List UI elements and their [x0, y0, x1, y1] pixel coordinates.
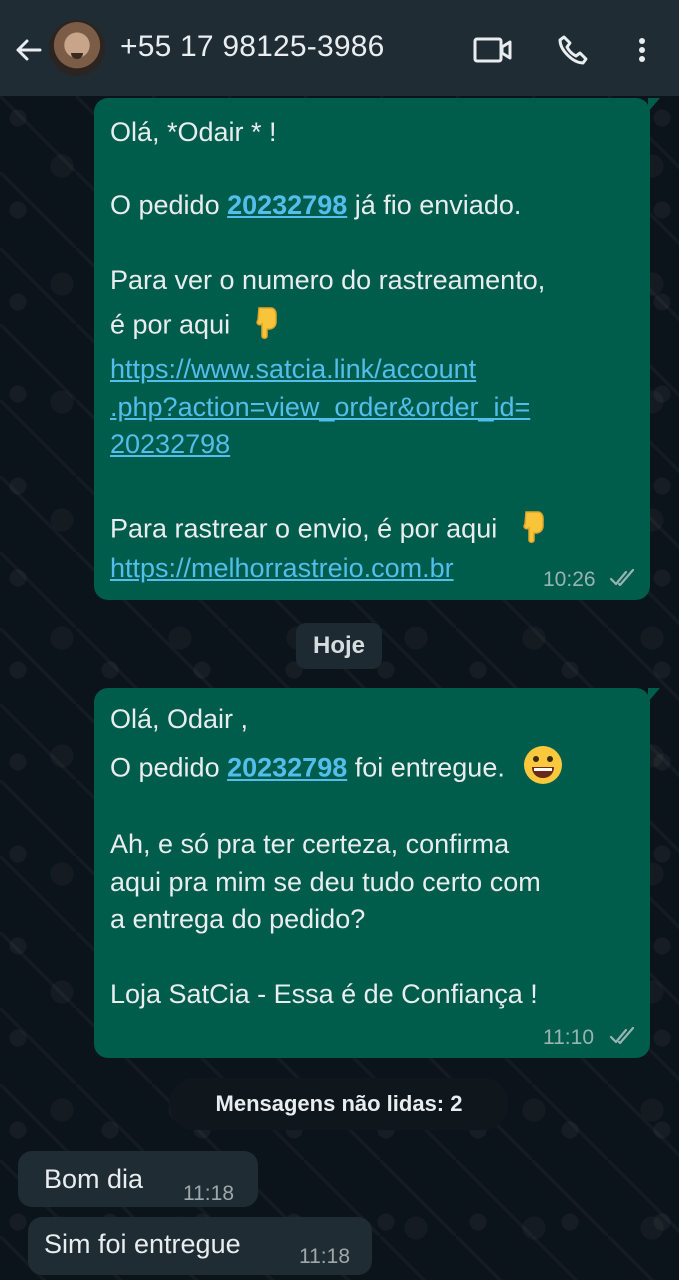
double-check-icon: [609, 568, 635, 587]
message-line: é por aqui: [110, 304, 284, 349]
video-camera-icon: [473, 37, 512, 63]
contact-name[interactable]: +55 17 98125-3986: [120, 30, 384, 64]
message-line: O pedido 20232798 foi entregue.: [110, 744, 564, 795]
grinning-face-icon: [522, 744, 564, 795]
message-time: 11:18: [299, 1245, 350, 1268]
message-line: Olá, *Odair * !: [110, 117, 277, 147]
message-text: Bom dia: [44, 1164, 144, 1194]
tracking-url-link[interactable]: 20232798: [110, 426, 230, 462]
message-time: 10:26: [543, 568, 596, 591]
message-line: O pedido 20232798 já fio enviado.: [110, 190, 522, 220]
message-line: a entrega do pedido?: [110, 904, 366, 934]
contact-avatar[interactable]: [49, 20, 105, 76]
chat-header: +55 17 98125-3986: [0, 0, 679, 96]
double-check-icon: [609, 1026, 635, 1045]
order-link[interactable]: 20232798: [227, 190, 347, 220]
message-line: Para ver o numero do rastreamento,: [110, 265, 546, 295]
message-line: Loja SatCia - Essa é de Confiança !: [110, 979, 538, 1009]
message-time: 11:10: [543, 1026, 594, 1049]
message-line: Ah, e só pra ter certeza, confirma: [110, 829, 510, 859]
phone-icon: [558, 35, 588, 65]
melhor-rastreio-link[interactable]: https://melhorrastreio.com.br: [110, 550, 454, 586]
overflow-menu-button[interactable]: [620, 28, 664, 72]
incoming-message[interactable]: Sim foi entregue 11:18: [28, 1217, 372, 1275]
message-line: aqui pra mim se deu tudo certo com: [110, 867, 541, 897]
tracking-url-link[interactable]: https://www.satcia.link/account: [110, 351, 476, 387]
pointing-down-icon: [248, 304, 284, 349]
date-chip: Hoje: [296, 623, 382, 669]
pointing-down-icon: [515, 508, 551, 553]
message-line: Para rastrear o envio, é por aqui: [110, 508, 551, 553]
outgoing-message[interactable]: Olá, *Odair * ! O pedido 20232798 já fio…: [94, 98, 660, 600]
message-time: 11:18: [183, 1182, 234, 1205]
arrow-left-icon: [16, 39, 42, 61]
unread-messages-chip: Mensagens não lidas: 2: [170, 1078, 508, 1130]
outgoing-message[interactable]: Olá, Odair , O pedido 20232798 foi entre…: [94, 688, 660, 1058]
more-vertical-icon: [639, 38, 645, 62]
incoming-message[interactable]: Bom dia 11:18: [18, 1151, 258, 1207]
message-line: Olá, Odair ,: [110, 704, 249, 734]
voice-call-button[interactable]: [551, 28, 595, 72]
back-button[interactable]: [8, 30, 48, 70]
order-link[interactable]: 20232798: [227, 753, 347, 783]
message-text: Sim foi entregue: [44, 1229, 241, 1259]
video-call-button[interactable]: [471, 28, 515, 72]
tracking-url-link[interactable]: .php?action=view_order&order_id=: [110, 389, 530, 425]
